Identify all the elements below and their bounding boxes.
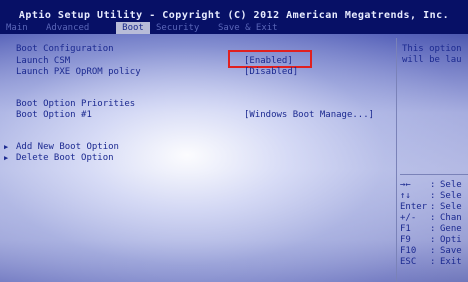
- boot-priorities-heading: Boot Option Priorities: [16, 99, 136, 109]
- bios-screen: Aptio Setup Utility - Copyright (C) 2012…: [0, 0, 468, 282]
- tab-main[interactable]: Main: [6, 22, 28, 34]
- key-separator: :: [430, 213, 436, 223]
- key-separator: :: [430, 246, 436, 256]
- key-enter: Enter: [400, 202, 428, 212]
- add-new-boot-option[interactable]: Add New Boot Option: [16, 142, 119, 152]
- launch-pxe-label[interactable]: Launch PXE OpROM policy: [16, 67, 141, 77]
- help-description-line: This option: [402, 44, 462, 54]
- help-divider: [400, 174, 468, 175]
- key-separator: :: [430, 235, 436, 245]
- key-f1: F1: [400, 224, 411, 234]
- key-description: Chan: [440, 213, 462, 223]
- key-separator: :: [430, 191, 436, 201]
- key-description: Sele: [440, 202, 462, 212]
- launch-pxe-value[interactable]: [Disabled]: [244, 67, 298, 77]
- tab-boot[interactable]: Boot: [116, 22, 150, 34]
- submenu-arrow-icon: ▶: [4, 154, 9, 162]
- launch-csm-label[interactable]: Launch CSM: [16, 56, 70, 66]
- submenu-arrow-icon: ▶: [4, 143, 9, 151]
- help-description-line: will be lau: [402, 55, 462, 65]
- bios-title: Aptio Setup Utility - Copyright (C) 2012…: [18, 10, 450, 21]
- tab-security[interactable]: Security: [156, 22, 199, 34]
- key-separator: :: [430, 257, 436, 267]
- key-description: Opti: [440, 235, 462, 245]
- key-lr-arrows: →←: [400, 180, 411, 190]
- key-plus-minus: +/-: [400, 213, 417, 223]
- key-ud-arrows: ↑↓: [400, 191, 411, 201]
- key-description: Save: [440, 246, 462, 256]
- boot-configuration-heading: Boot Configuration: [16, 44, 114, 54]
- tab-save-exit[interactable]: Save & Exit: [218, 22, 278, 34]
- key-separator: :: [430, 224, 436, 234]
- key-description: Sele: [440, 191, 462, 201]
- highlight-annotation: [228, 50, 312, 68]
- key-description: Exit: [440, 257, 462, 267]
- tab-advanced[interactable]: Advanced: [46, 22, 89, 34]
- key-separator: :: [430, 202, 436, 212]
- key-f10: F10: [400, 246, 417, 256]
- boot-option-1-value[interactable]: [Windows Boot Manage...]: [244, 110, 374, 120]
- boot-option-1-label[interactable]: Boot Option #1: [16, 110, 92, 120]
- key-description: Gene: [440, 224, 462, 234]
- key-f9: F9: [400, 235, 411, 245]
- key-esc: ESC: [400, 257, 417, 267]
- key-separator: :: [430, 180, 436, 190]
- key-description: Sele: [440, 180, 462, 190]
- delete-boot-option[interactable]: Delete Boot Option: [16, 153, 114, 163]
